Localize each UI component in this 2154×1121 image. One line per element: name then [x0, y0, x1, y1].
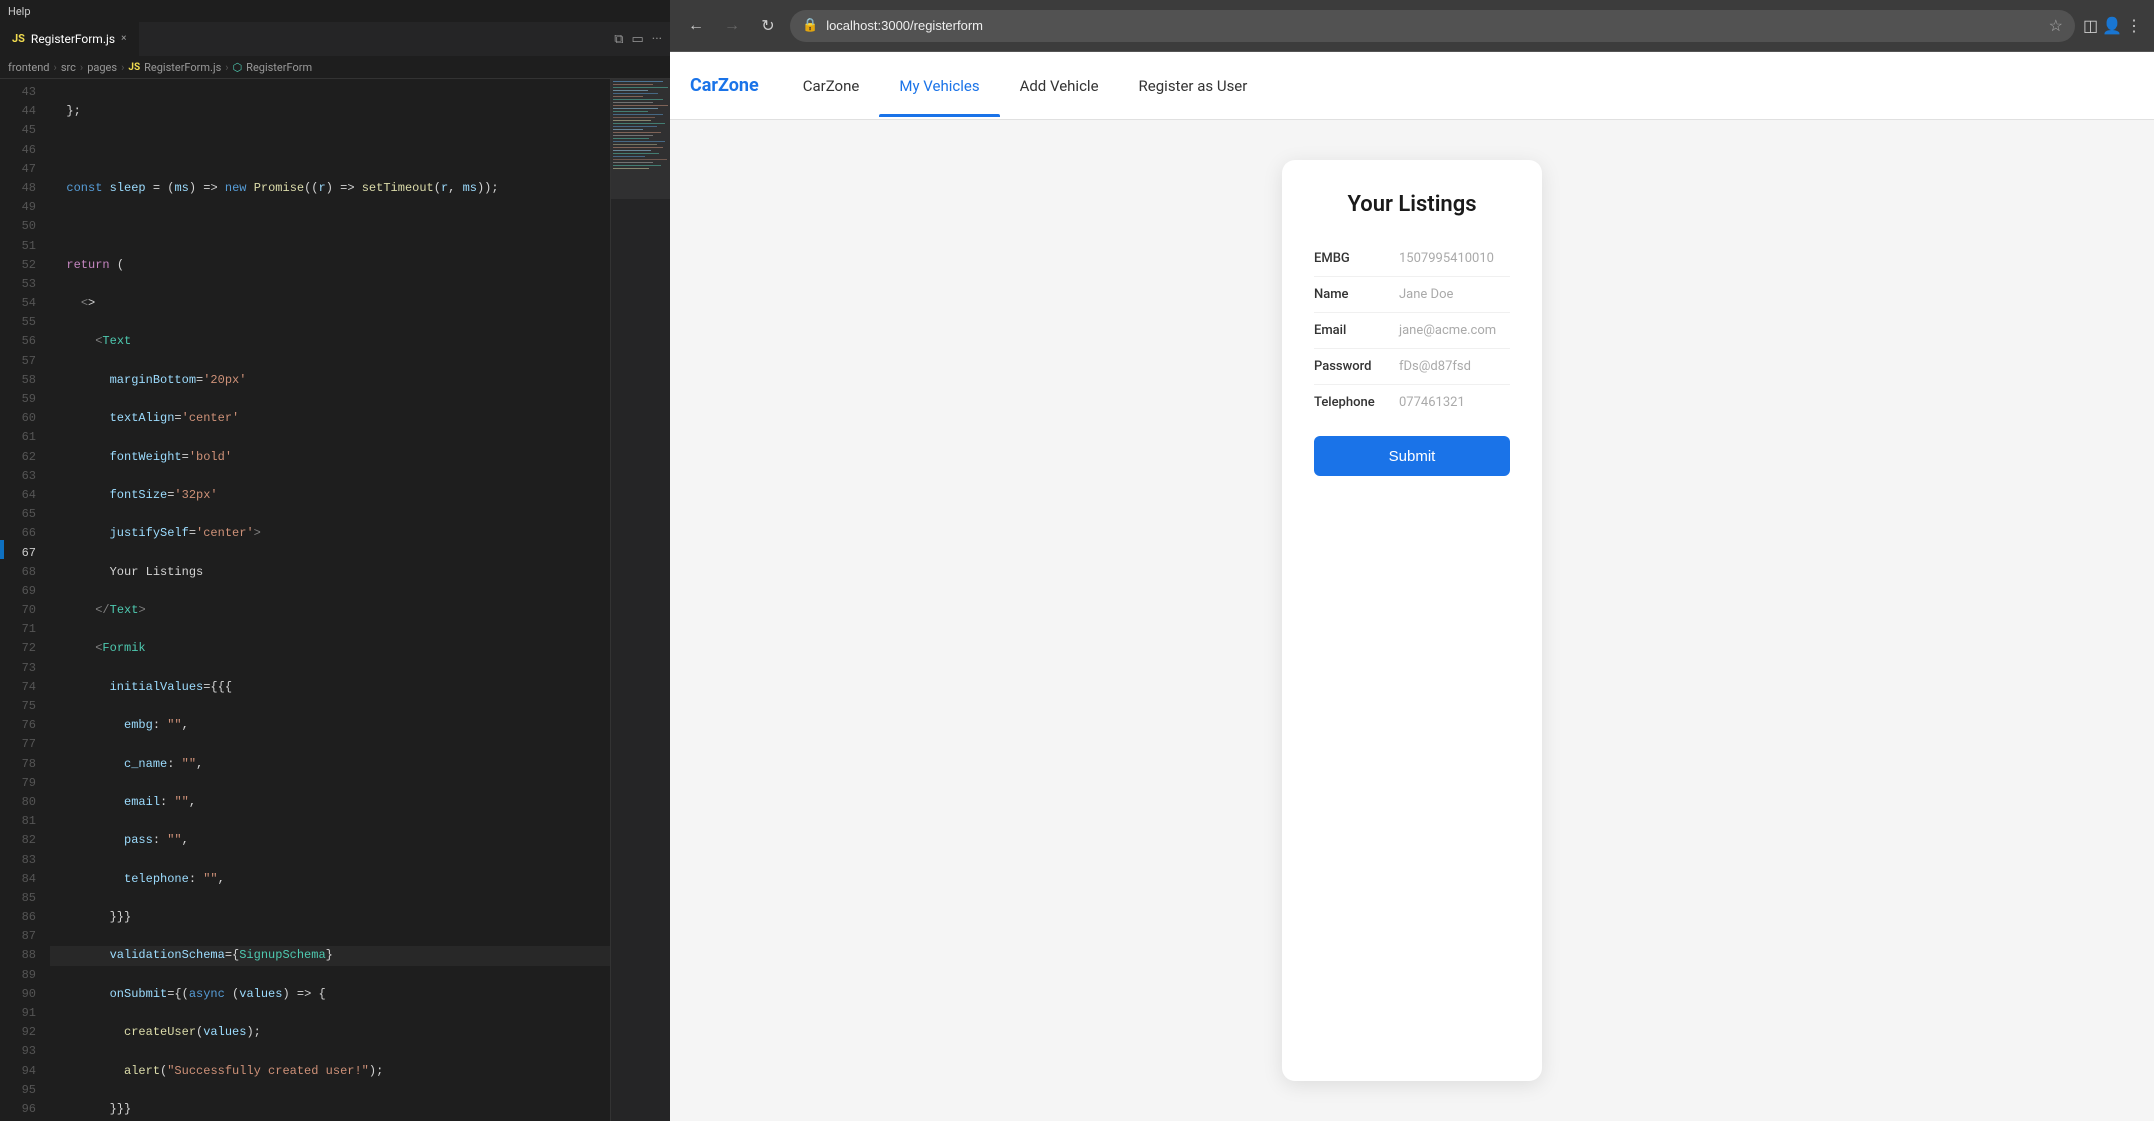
code-line: createUser(values); — [50, 1023, 610, 1042]
code-line: fontWeight='bold' — [50, 448, 610, 467]
breadcrumb-frontend[interactable]: frontend — [8, 61, 50, 74]
breadcrumb-src[interactable]: src — [61, 61, 76, 74]
field-label: EMBG — [1314, 251, 1389, 266]
more-actions-icon[interactable]: ··· — [652, 32, 662, 47]
browser-chrome: ← → ↻ 🔒 ☆ ◫ 👤 ⋮ — [670, 0, 2154, 52]
breadcrumb-component[interactable]: ⬡ — [233, 61, 243, 74]
line-numbers: 43 44 45 46 47 48 49 50 51 52 53 54 55 5… — [8, 79, 46, 1121]
code-line: }}} — [50, 908, 610, 927]
field-rows: EMBG 1507995410010 Name Jane Doe Email j… — [1314, 241, 1510, 420]
code-line — [50, 217, 610, 236]
code-line: pass: "", — [50, 831, 610, 850]
browser-toolbar-icons: ◫ 👤 ⋮ — [2083, 16, 2142, 35]
code-line: email: "", — [50, 793, 610, 812]
listings-title: Your Listings — [1314, 192, 1510, 217]
code-line: marginBottom='20px' — [50, 371, 610, 390]
extensions-icon[interactable]: ◫ — [2083, 16, 2098, 35]
browser-pane: ← → ↻ 🔒 ☆ ◫ 👤 ⋮ CarZone CarZone My Vehic… — [670, 0, 2154, 1121]
field-label: Telephone — [1314, 395, 1389, 410]
field-row: Password fDs@d87fsd — [1314, 349, 1510, 385]
field-label: Name — [1314, 287, 1389, 302]
site-nav: CarZone CarZone My Vehicles Add Vehicle … — [670, 52, 2154, 120]
nav-carzone[interactable]: CarZone — [783, 55, 880, 117]
code-line: </Text> — [50, 601, 610, 620]
minimap-svg — [611, 79, 670, 879]
code-line: onSubmit={(async (values) => { — [50, 985, 610, 1004]
profile-icon[interactable]: 👤 — [2102, 16, 2122, 35]
code-line: <Text — [50, 332, 610, 351]
tab-label: RegisterForm.js — [31, 32, 115, 46]
code-line: c_name: "", — [50, 755, 610, 774]
forward-button[interactable]: → — [718, 12, 746, 40]
carzone-logo[interactable]: CarZone — [690, 53, 783, 118]
field-label: Email — [1314, 323, 1389, 338]
bookmark-icon[interactable]: ☆ — [2049, 16, 2063, 35]
breadcrumb-js-icon: JS — [128, 62, 140, 73]
split-editor-icon[interactable]: ⧉ — [614, 32, 623, 47]
left-gutter — [0, 79, 8, 1121]
minimap-viewport — [611, 79, 670, 199]
breakpoint-mark — [0, 540, 4, 559]
code-line: telephone: "", — [50, 870, 610, 889]
nav-my-vehicles[interactable]: My Vehicles — [879, 55, 999, 117]
tab-bar: JS RegisterForm.js × ⧉ ▭ ··· — [0, 22, 670, 57]
code-line: const sleep = (ms) => new Promise((r) =>… — [50, 179, 610, 198]
js-icon: JS — [12, 32, 25, 45]
main-content: Your Listings EMBG 1507995410010 Name Ja… — [670, 120, 2154, 1121]
active-tab[interactable]: JS RegisterForm.js × — [0, 22, 139, 56]
code-area: 43 44 45 46 47 48 49 50 51 52 53 54 55 5… — [0, 79, 670, 1121]
breadcrumb: frontend › src › pages › JS RegisterForm… — [0, 57, 670, 79]
title-bar: Help — [0, 0, 670, 22]
code-line: fontSize='32px' — [50, 486, 610, 505]
toggle-panel-icon[interactable]: ▭ — [632, 32, 644, 47]
minimap — [610, 79, 670, 1121]
field-value: fDs@d87fsd — [1399, 359, 1471, 374]
tab-toolbar: ⧉ ▭ ··· — [614, 22, 670, 56]
breadcrumb-file[interactable]: RegisterForm.js — [144, 61, 221, 74]
code-line: embg: "", — [50, 716, 610, 735]
tab-close-icon[interactable]: × — [121, 33, 126, 44]
listings-card: Your Listings EMBG 1507995410010 Name Ja… — [1282, 160, 1542, 1081]
field-label: Password — [1314, 359, 1389, 374]
code-line — [50, 141, 610, 160]
reload-button[interactable]: ↻ — [754, 12, 782, 40]
address-bar-wrap: 🔒 ☆ — [790, 10, 2075, 42]
code-line: }; — [50, 102, 610, 121]
editor-pane: Help JS RegisterForm.js × ⧉ ▭ ··· fronte… — [0, 0, 670, 1121]
field-value: 077461321 — [1399, 395, 1465, 410]
code-line: validationSchema={SignupSchema} — [50, 946, 610, 965]
address-bar[interactable] — [826, 18, 2040, 33]
code-line: alert("Successfully created user!"); — [50, 1062, 610, 1081]
field-value: 1507995410010 — [1399, 251, 1494, 266]
submit-button[interactable]: Submit — [1314, 436, 1510, 476]
back-button[interactable]: ← — [682, 12, 710, 40]
code-line: textAlign='center' — [50, 409, 610, 428]
code-line: }}} — [50, 1100, 610, 1119]
field-value: jane@acme.com — [1399, 323, 1496, 338]
webpage: CarZone CarZone My Vehicles Add Vehicle … — [670, 52, 2154, 1121]
field-row: Name Jane Doe — [1314, 277, 1510, 313]
lock-icon: 🔒 — [802, 18, 818, 33]
code-line: return ( — [50, 256, 610, 275]
nav-register-as-user[interactable]: Register as User — [1119, 55, 1268, 117]
code-line: <> — [50, 294, 610, 313]
nav-add-vehicle[interactable]: Add Vehicle — [1000, 55, 1119, 117]
field-value: Jane Doe — [1399, 287, 1453, 302]
code-line: Your Listings — [50, 563, 610, 582]
field-row: Email jane@acme.com — [1314, 313, 1510, 349]
breadcrumb-registerform[interactable]: RegisterForm — [246, 61, 312, 74]
browser-menu-icon[interactable]: ⋮ — [2126, 16, 2142, 35]
code-content[interactable]: }; const sleep = (ms) => new Promise((r)… — [46, 79, 610, 1121]
field-row: Telephone 077461321 — [1314, 385, 1510, 420]
code-line: justifySelf='center'> — [50, 524, 610, 543]
code-line: <Formik — [50, 639, 610, 658]
field-row: EMBG 1507995410010 — [1314, 241, 1510, 277]
code-line: initialValues={{{ — [50, 678, 610, 697]
help-menu[interactable]: Help — [8, 5, 31, 18]
breadcrumb-pages[interactable]: pages — [87, 61, 117, 74]
